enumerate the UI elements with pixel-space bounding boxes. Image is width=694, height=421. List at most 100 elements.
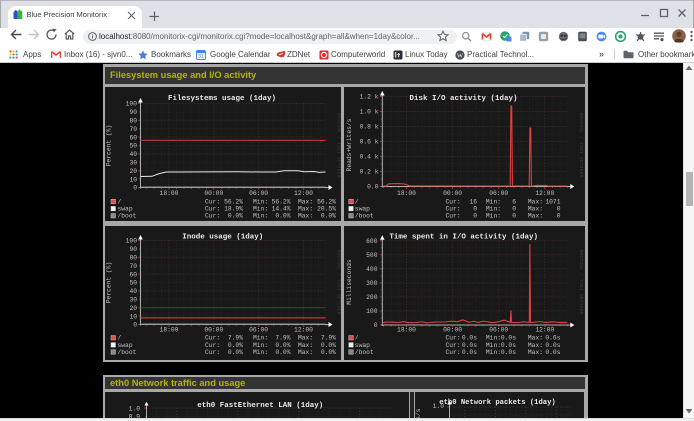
svg-text:Cur:: Cur: bbox=[445, 206, 460, 213]
svg-text:/: / bbox=[118, 335, 122, 342]
svg-text:RRDTOOL / TOBI OETIKER: RRDTOOL / TOBI OETIKER bbox=[335, 249, 341, 314]
svg-text:Min:: Min: bbox=[253, 206, 268, 213]
svg-text:0.0%: 0.0% bbox=[275, 213, 290, 220]
svg-text:30: 30 bbox=[129, 160, 137, 167]
svg-text:Min:: Min: bbox=[485, 198, 500, 205]
svg-text:0.0%: 0.0% bbox=[321, 349, 336, 356]
svg-text:swap: swap bbox=[354, 342, 369, 349]
svg-text:Max:: Max: bbox=[527, 213, 542, 220]
svg-text:100: 100 bbox=[126, 238, 138, 245]
svg-text:06:00: 06:00 bbox=[489, 190, 508, 197]
svg-text:Max:: Max: bbox=[298, 198, 313, 205]
svg-text:0.0s: 0.0s bbox=[545, 349, 560, 356]
svg-text:Min:: Min: bbox=[485, 349, 500, 356]
svg-text:90: 90 bbox=[129, 246, 137, 253]
svg-text:Min:: Min: bbox=[485, 213, 500, 220]
svg-text:16: 16 bbox=[469, 198, 477, 205]
svg-text:Max:: Max: bbox=[298, 206, 313, 213]
svg-text:0.0%: 0.0% bbox=[228, 349, 243, 356]
svg-text:Min:: Min: bbox=[485, 342, 500, 349]
svg-text:Percent (%): Percent (%) bbox=[106, 125, 113, 167]
svg-text:0: 0 bbox=[512, 213, 516, 220]
svg-text:Min:: Min: bbox=[253, 335, 268, 342]
svg-text:1.2 k: 1.2 k bbox=[359, 94, 378, 101]
svg-text:Milliseconds: Milliseconds bbox=[346, 259, 353, 305]
svg-text:0.0%: 0.0% bbox=[321, 213, 336, 220]
svg-text:Cur:: Cur: bbox=[445, 349, 460, 356]
svg-text:200: 200 bbox=[366, 294, 378, 301]
svg-text:Min:: Min: bbox=[485, 335, 500, 342]
svg-text:W: W bbox=[456, 52, 463, 59]
svg-text:06:00: 06:00 bbox=[489, 327, 508, 334]
svg-text:Max:: Max: bbox=[298, 335, 313, 342]
svg-text:0.0: 0.0 bbox=[367, 184, 379, 191]
svg-text:56.2%: 56.2% bbox=[272, 198, 291, 205]
svg-text:00:00: 00:00 bbox=[204, 327, 223, 334]
svg-text:0.4 k: 0.4 k bbox=[359, 154, 378, 161]
svg-text:50: 50 bbox=[129, 280, 137, 287]
svg-text:Packets/s: Packets/s bbox=[415, 408, 422, 418]
svg-text:14.4%: 14.4% bbox=[272, 206, 291, 213]
svg-text:Reads+Writes/s: Reads+Writes/s bbox=[346, 118, 353, 171]
svg-text:18:00: 18:00 bbox=[160, 327, 179, 334]
svg-text:300: 300 bbox=[366, 280, 378, 287]
svg-text:20: 20 bbox=[129, 305, 137, 312]
svg-text:80: 80 bbox=[129, 118, 137, 125]
svg-text:7.9%: 7.9% bbox=[228, 335, 243, 342]
svg-text:7.9%: 7.9% bbox=[275, 335, 290, 342]
svg-text:Min:: Min: bbox=[253, 342, 268, 349]
svg-text:Cur:: Cur: bbox=[445, 213, 460, 220]
svg-text:18:00: 18:00 bbox=[397, 327, 416, 334]
svg-text:RRDTOOL / TOBI OETIKER: RRDTOOL / TOBI OETIKER bbox=[335, 112, 341, 177]
svg-text:0.0%: 0.0% bbox=[228, 213, 243, 220]
svg-text:56.2%: 56.2% bbox=[317, 198, 336, 205]
svg-text:1.0 k: 1.0 k bbox=[359, 109, 378, 116]
svg-text:Max:: Max: bbox=[298, 213, 313, 220]
svg-text:6: 6 bbox=[512, 198, 516, 205]
svg-text:/: / bbox=[118, 198, 122, 205]
svg-text:0.0s: 0.0s bbox=[545, 342, 560, 349]
svg-text:0.0s: 0.0s bbox=[461, 335, 476, 342]
svg-text:100: 100 bbox=[126, 101, 138, 108]
svg-text:30: 30 bbox=[129, 297, 137, 304]
svg-text:00:00: 00:00 bbox=[204, 190, 223, 197]
svg-text:Max:: Max: bbox=[527, 198, 542, 205]
svg-text:eth0 Network packets (1day): eth0 Network packets (1day) bbox=[439, 399, 555, 407]
svg-text:Max:: Max: bbox=[298, 349, 313, 356]
svg-text:0.0s: 0.0s bbox=[461, 342, 476, 349]
svg-text:7.9%: 7.9% bbox=[321, 335, 336, 342]
svg-text:Min:: Min: bbox=[253, 198, 268, 205]
svg-text:RRDTOOL / TOBI OETIKER: RRDTOOL / TOBI OETIKER bbox=[578, 249, 584, 314]
svg-text:0.0s: 0.0s bbox=[500, 342, 515, 349]
svg-text:Cur:: Cur: bbox=[205, 206, 220, 213]
svg-text:/boot: /boot bbox=[354, 213, 373, 220]
svg-text:0: 0 bbox=[556, 206, 560, 213]
svg-text:Cur:: Cur: bbox=[205, 335, 220, 342]
svg-text:Cur:: Cur: bbox=[205, 198, 220, 205]
svg-text:18.9%: 18.9% bbox=[224, 206, 243, 213]
svg-text:0.0%: 0.0% bbox=[321, 342, 336, 349]
svg-text:Cur:: Cur: bbox=[445, 198, 460, 205]
svg-text:20.5%: 20.5% bbox=[317, 206, 336, 213]
svg-text:12:00: 12:00 bbox=[535, 327, 554, 334]
svg-text:1.0: 1.0 bbox=[432, 403, 444, 410]
svg-text:00:00: 00:00 bbox=[443, 327, 462, 334]
svg-text:06:00: 06:00 bbox=[249, 190, 268, 197]
svg-text:56.2%: 56.2% bbox=[224, 198, 243, 205]
svg-text:Min:: Min: bbox=[485, 206, 500, 213]
svg-text:10: 10 bbox=[129, 313, 137, 320]
svg-text:0.0s: 0.0s bbox=[500, 349, 515, 356]
svg-text:40: 40 bbox=[129, 151, 137, 158]
svg-text:eth0 FastEthernet LAN (1day): eth0 FastEthernet LAN (1day) bbox=[197, 402, 323, 410]
svg-text:0.8 k: 0.8 k bbox=[359, 124, 378, 131]
svg-text:swap: swap bbox=[118, 342, 133, 349]
svg-text:Filesystems usage (1day): Filesystems usage (1day) bbox=[168, 95, 276, 103]
svg-text:0.2 k: 0.2 k bbox=[359, 169, 378, 176]
svg-text:RRDTOOL / TOBI OETIKER: RRDTOOL / TOBI OETIKER bbox=[578, 112, 584, 177]
svg-text:Inode usage (1day): Inode usage (1day) bbox=[182, 234, 263, 242]
svg-text:Max:: Max: bbox=[298, 342, 313, 349]
svg-text:0.0s: 0.0s bbox=[500, 335, 515, 342]
svg-text:0.0%: 0.0% bbox=[228, 342, 243, 349]
svg-text:0.6 k: 0.6 k bbox=[359, 139, 378, 146]
svg-text:Max:: Max: bbox=[527, 206, 542, 213]
